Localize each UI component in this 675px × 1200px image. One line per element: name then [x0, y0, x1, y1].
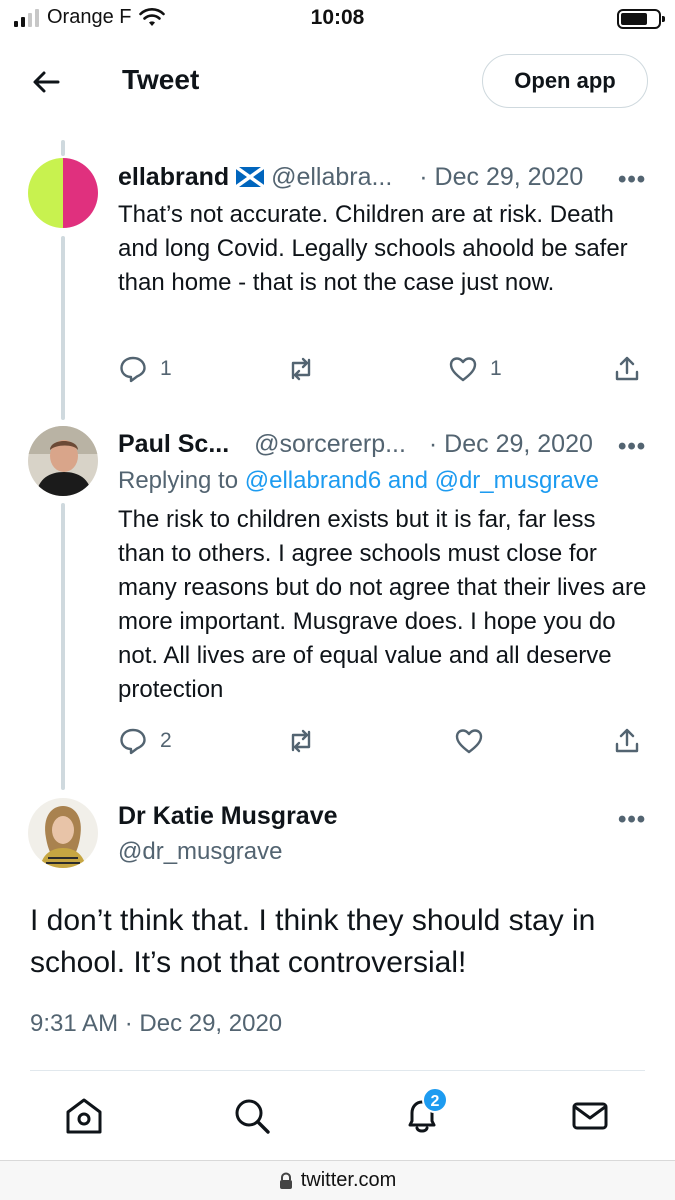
retweet-icon [291, 357, 311, 381]
display-name[interactable]: Paul Sc... [118, 430, 229, 458]
clock: 10:08 [310, 6, 365, 29]
envelope-icon [572, 1102, 608, 1130]
replying-prefix: Replying to [118, 467, 239, 494]
tweet-text: The risk to children exists but it is fa… [118, 506, 647, 703]
reply-button[interactable]: 2 [118, 726, 172, 756]
avatar[interactable] [28, 798, 98, 868]
reply-count: 2 [160, 729, 172, 752]
tweet-date[interactable]: · Dec 29, 2020 [419, 163, 583, 191]
header: Tweet Open app [0, 38, 675, 128]
search-tab[interactable] [230, 1094, 274, 1138]
more-options-icon[interactable]: ••• [618, 806, 646, 834]
avatar[interactable] [28, 426, 98, 496]
search-icon [235, 1099, 270, 1134]
user-handle[interactable]: @sorcererp... [254, 430, 406, 458]
display-name[interactable]: Dr Katie Musgrave [118, 802, 338, 831]
home-tab[interactable] [62, 1094, 106, 1138]
url-bar[interactable]: twitter.com [0, 1160, 675, 1200]
notification-badge: 2 [422, 1087, 448, 1113]
divider [30, 1070, 645, 1071]
reply-button[interactable]: 1 [118, 354, 172, 384]
mention-link[interactable]: @ellabrand6 [245, 467, 381, 494]
avatar[interactable] [28, 158, 98, 228]
tweet-timestamp[interactable]: 9:31 AM · Dec 29, 2020 [30, 1010, 282, 1038]
display-name[interactable]: ellabrand [118, 163, 229, 191]
thread-connector [61, 236, 65, 420]
tweet-text: I don’t think that. I think they should … [30, 904, 596, 979]
reply-icon [120, 356, 146, 383]
retweet-button[interactable] [286, 354, 316, 384]
share-button[interactable] [612, 726, 642, 756]
user-handle[interactable]: @ellabra... [271, 163, 392, 191]
tweet-header: Paul Sc... @sorcererp... · Dec 29, 2020 [118, 430, 593, 459]
reply-icon [120, 728, 146, 755]
tweet-text: That’s not accurate. Children are at ris… [118, 201, 628, 296]
thread-connector [61, 140, 65, 156]
more-options-icon[interactable]: ••• [618, 433, 646, 461]
retweet-icon [291, 729, 311, 753]
bottom-nav [0, 1074, 675, 1162]
tweet-date[interactable]: · Dec 29, 2020 [429, 430, 593, 458]
tweet-actions: 1 1 [118, 354, 648, 394]
back-arrow-icon[interactable] [28, 64, 64, 100]
status-bar: Orange F 10:08 [0, 0, 675, 38]
thread-connector [61, 503, 65, 790]
like-button[interactable] [454, 726, 484, 756]
lock-icon [279, 1171, 292, 1189]
mention-link[interactable]: @dr_musgrave [435, 467, 599, 494]
url-domain: twitter.com [300, 1169, 397, 1191]
battery-icon [617, 9, 665, 29]
replying-and: and [387, 467, 428, 494]
share-icon [615, 728, 639, 753]
heart-icon [449, 357, 477, 382]
replying-to: Replying to @ellabrand6 and @dr_musgrave [118, 467, 599, 495]
user-handle[interactable]: @dr_musgrave [118, 838, 282, 866]
tweet-actions: 2 [118, 726, 648, 766]
share-icon [615, 356, 639, 381]
open-app-button[interactable]: Open app [482, 54, 648, 108]
like-count: 1 [490, 357, 502, 380]
reply-count: 1 [160, 357, 172, 380]
messages-tab[interactable] [568, 1094, 612, 1138]
home-icon [66, 1098, 102, 1134]
tweet-header: ellabrand @ellabra... · Dec 29, 2020 [118, 163, 583, 192]
share-button[interactable] [612, 354, 642, 384]
retweet-button[interactable] [286, 726, 316, 756]
heart-icon [455, 729, 483, 754]
page-title: Tweet [122, 64, 200, 95]
scotland-flag-icon [235, 165, 266, 189]
more-options-icon[interactable]: ••• [618, 166, 646, 194]
like-button[interactable]: 1 [448, 354, 502, 384]
